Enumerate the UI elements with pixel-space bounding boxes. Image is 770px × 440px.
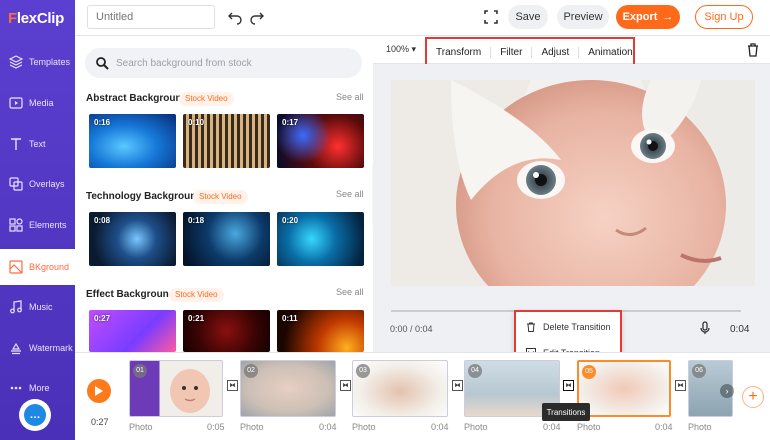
chat-support-button[interactable]: … xyxy=(19,399,51,431)
tab-filter[interactable]: Filter xyxy=(491,46,533,58)
transition-icon[interactable]: ⧓ xyxy=(227,380,238,391)
sidebar-item-media[interactable]: Media xyxy=(0,85,75,121)
clip-duration: 0:04 xyxy=(655,422,673,432)
search-input[interactable]: Search background from stock xyxy=(85,48,362,78)
trash-icon xyxy=(526,322,536,332)
media-icon xyxy=(9,96,23,110)
timeline-clip[interactable]: 01 xyxy=(129,360,223,417)
sidebar-item-templates[interactable]: Templates xyxy=(0,44,75,80)
play-icon xyxy=(95,386,103,396)
video-preview[interactable] xyxy=(391,80,755,286)
tab-transform[interactable]: Transform xyxy=(427,46,492,58)
transitions-tooltip: Transitions xyxy=(542,403,590,421)
preview-button[interactable]: Preview xyxy=(557,5,609,29)
layers-icon xyxy=(8,55,24,69)
delete-transition-item[interactable]: Delete Transition xyxy=(526,322,611,332)
project-title-input[interactable] xyxy=(87,5,215,29)
clip-label: Photo xyxy=(352,422,376,432)
arrow-right-icon: → xyxy=(662,11,674,23)
video-thumbnail[interactable]: 0:16 xyxy=(89,114,176,168)
stock-video-badge: Stock Video xyxy=(179,92,234,106)
background-icon xyxy=(9,260,23,274)
add-clip-button[interactable]: + xyxy=(742,386,764,408)
sign-up-button[interactable]: Sign Up xyxy=(695,5,753,29)
video-thumbnail[interactable]: 0:11 xyxy=(277,310,364,352)
clip-label: Photo xyxy=(464,422,488,432)
end-time: 0:04 xyxy=(730,324,750,335)
text-icon xyxy=(9,137,23,151)
clip-label: Photo xyxy=(688,422,712,432)
clip-label: Photo xyxy=(240,422,264,432)
timeline: 0:27 01 Photo 0:05 ⧓ 02 Photo 0:04 ⧓ 03 … xyxy=(75,352,770,440)
elements-icon xyxy=(9,218,23,232)
transition-icon[interactable]: ⧓ xyxy=(675,380,686,391)
overlays-icon xyxy=(9,177,23,191)
scroll-right-icon[interactable]: › xyxy=(720,384,734,398)
chat-icon: … xyxy=(24,404,46,426)
timeline-clip-selected[interactable]: 05 xyxy=(577,360,671,417)
clip-thumbnail xyxy=(170,369,210,413)
preview-stage: 0:00 / 0:04 0:04 xyxy=(373,64,770,352)
stock-video-badge: Stock Video xyxy=(193,190,248,204)
sidebar-item-elements[interactable]: Elements xyxy=(0,207,75,243)
video-thumbnail[interactable]: 0:20 xyxy=(277,212,364,266)
watermark-icon xyxy=(9,341,23,355)
microphone-icon[interactable] xyxy=(699,321,711,335)
chevron-down-icon: ▾ xyxy=(409,44,417,54)
video-thumbnail[interactable]: 0:08 xyxy=(89,212,176,266)
clip-duration: 0:04 xyxy=(431,422,449,432)
category-title: Technology Background xyxy=(86,191,203,202)
see-all-link[interactable]: See all xyxy=(336,189,364,199)
tab-animation[interactable]: Animation xyxy=(579,47,641,58)
clip-duration: 0:04 xyxy=(543,422,561,432)
clip-duration: 0:04 xyxy=(319,422,337,432)
background-panel: Search background from stock Abstract Ba… xyxy=(75,36,373,352)
see-all-link[interactable]: See all xyxy=(336,287,364,297)
video-thumbnail[interactable]: 0:18 xyxy=(183,212,270,266)
tab-adjust[interactable]: Adjust xyxy=(532,46,580,58)
video-thumbnail[interactable]: 0:27 xyxy=(89,310,176,352)
stock-video-badge: Stock Video xyxy=(169,288,224,302)
save-button[interactable]: Save xyxy=(508,5,548,29)
category-title: Abstract Background xyxy=(86,93,188,104)
transition-icon[interactable]: ⧓ xyxy=(452,380,463,391)
category-title: Effect Background xyxy=(86,289,175,300)
video-thumbnail[interactable]: 0:10 xyxy=(183,114,270,168)
preview-toolbar: 100% ▾ Transform Filter Adjust Animation xyxy=(373,36,770,67)
search-icon xyxy=(95,56,109,70)
clip-label: Photo xyxy=(577,422,601,432)
undo-icon[interactable] xyxy=(227,9,243,25)
see-all-link[interactable]: See all xyxy=(336,92,364,102)
music-icon xyxy=(9,300,23,314)
clip-duration: 0:05 xyxy=(207,422,225,432)
play-button[interactable] xyxy=(87,379,111,403)
total-duration: 0:27 xyxy=(91,417,109,427)
transition-icon[interactable]: ⧓ xyxy=(340,380,351,391)
zoom-dropdown[interactable]: 100% ▾ xyxy=(386,44,416,55)
trash-icon[interactable] xyxy=(747,43,759,57)
sidebar-item-bkground[interactable]: BKground xyxy=(0,249,75,285)
export-button[interactable]: Export → xyxy=(616,5,680,29)
video-thumbnail[interactable]: 0:21 xyxy=(183,310,270,352)
timeline-clip[interactable]: 03 xyxy=(352,360,448,417)
sidebar-item-text[interactable]: Text xyxy=(0,126,75,162)
edit-tabs: Transform Filter Adjust Animation xyxy=(425,37,635,67)
sidebar-item-watermark[interactable]: Watermark xyxy=(0,330,75,366)
sidebar-item-overlays[interactable]: Overlays xyxy=(0,166,75,202)
more-icon xyxy=(9,381,23,395)
timeline-clip[interactable]: 02 xyxy=(240,360,336,417)
current-time: 0:00 / 0:04 xyxy=(390,324,433,334)
sidebar: FlexClip Templates Media Text Overlays E… xyxy=(0,0,75,440)
redo-icon[interactable] xyxy=(249,9,265,25)
baby-photo xyxy=(391,80,755,286)
video-thumbnail[interactable]: 0:17 xyxy=(277,114,364,168)
clip-label: Photo xyxy=(129,422,153,432)
top-bar: Save Preview Export→ Sign Up xyxy=(75,0,770,36)
transition-icon-selected[interactable]: ⧓ xyxy=(563,380,574,391)
flexclip-logo[interactable]: FlexClip xyxy=(8,10,64,27)
fullscreen-icon[interactable] xyxy=(483,9,499,25)
sidebar-item-music[interactable]: Music xyxy=(0,289,75,325)
